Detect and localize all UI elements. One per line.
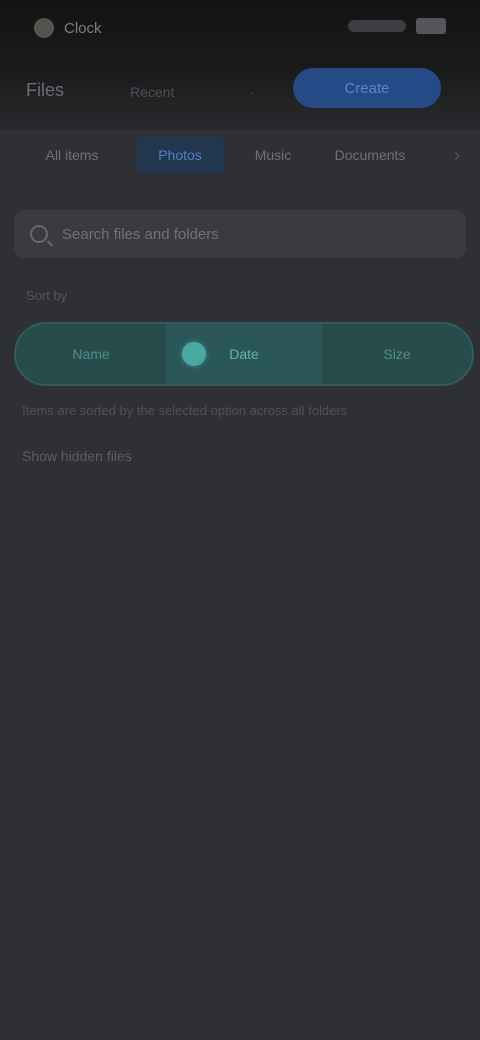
sort-section-label: Sort by xyxy=(26,288,68,303)
search-icon xyxy=(30,225,48,243)
status-right xyxy=(348,18,446,34)
status-app-label: Clock xyxy=(64,19,102,37)
sort-selector: Name Date Size xyxy=(14,322,474,386)
status-left: Clock xyxy=(34,18,102,38)
tab-bar: All items Photos Music Documents › xyxy=(0,132,480,178)
sort-option-name[interactable]: Name xyxy=(16,324,166,384)
page-subtitle: Recent xyxy=(130,84,175,100)
search-input[interactable] xyxy=(60,224,450,244)
page-title: Files xyxy=(26,80,65,100)
header-separator: · xyxy=(250,84,255,100)
battery-icon xyxy=(416,18,446,34)
signal-icon xyxy=(348,20,406,32)
search-field[interactable] xyxy=(14,210,466,258)
tabs-more-icon[interactable]: › xyxy=(444,136,470,174)
tab-photos[interactable]: Photos xyxy=(136,136,224,174)
helper-text: Items are sorted by the selected option … xyxy=(22,403,348,418)
show-hidden-link[interactable]: Show hidden files xyxy=(22,448,132,464)
tab-music[interactable]: Music xyxy=(236,136,310,174)
tab-all-items[interactable]: All items xyxy=(22,136,122,174)
header: Files Recent · Create xyxy=(0,66,480,118)
sort-option-size[interactable]: Size xyxy=(322,324,472,384)
tab-documents[interactable]: Documents xyxy=(322,136,418,174)
create-button[interactable]: Create xyxy=(293,68,441,108)
status-bar: Clock xyxy=(0,14,480,42)
selected-indicator-icon xyxy=(182,342,206,366)
app-icon xyxy=(34,18,54,38)
